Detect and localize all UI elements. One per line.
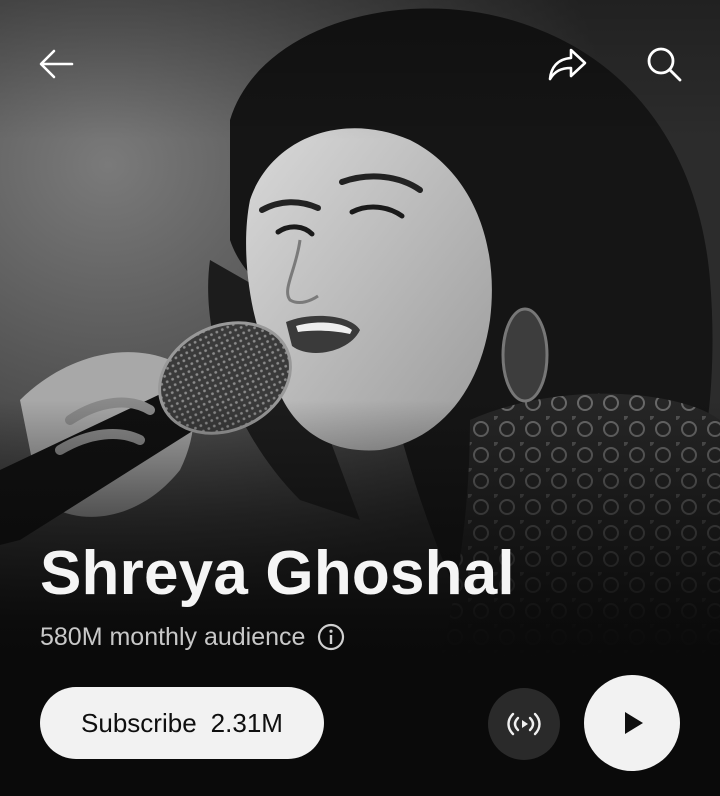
play-button[interactable] [584, 675, 680, 771]
share-button[interactable] [540, 36, 596, 92]
subscribe-button[interactable]: Subscribe 2.31M [40, 687, 324, 759]
arrow-left-icon [39, 49, 74, 79]
info-circle-icon [318, 623, 345, 651]
search-icon [647, 47, 682, 82]
play-icon [625, 712, 643, 734]
radio-button[interactable] [488, 688, 560, 760]
artist-name: Shreya Ghoshal [40, 539, 515, 608]
share-arrow-icon [548, 48, 587, 81]
audience-row: 580M monthly audience [40, 620, 345, 654]
hero-top-shade [0, 0, 720, 140]
back-button[interactable] [28, 36, 84, 92]
subscribe-label: Subscribe [81, 707, 197, 738]
artist-page: Shreya Ghoshal 580M monthly audience Sub… [0, 0, 720, 796]
search-button[interactable] [636, 36, 692, 92]
info-button[interactable] [317, 623, 345, 651]
radio-broadcast-icon [507, 712, 541, 736]
subscriber-count: 2.31M [210, 707, 283, 738]
monthly-audience: 580M monthly audience [40, 622, 306, 651]
